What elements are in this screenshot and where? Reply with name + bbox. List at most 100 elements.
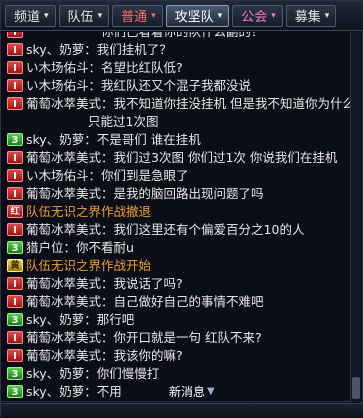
new-message-button[interactable]: 新消息 ▼ [167,384,217,400]
system-message-line: 黄队伍无识之界作战开始 [7,257,351,275]
message-body: 葡萄冰萃美式：自己做好自己的事情不难吧 [26,293,264,311]
sender-name[interactable]: 葡萄冰萃美式 [26,96,101,111]
chat-log: I 你们已看着你的队什么副的？ Isky、奶萝：我们挂机了？Iい木场佑斗：名望比… [1,32,351,402]
badge-icon: I [7,43,23,56]
name-separator: ： [84,42,97,57]
badge-icon: 3 [7,241,23,254]
chat-line: I 葡萄冰萃美式：我们过3次图 你们过1次 你说我们在挂机 [7,149,351,167]
message-body: sky、奶萝：不用 [26,383,122,401]
name-separator: ： [88,168,102,183]
sender-name[interactable]: sky、奶萝 [26,132,84,147]
tab-4[interactable]: 公会 ▾ [232,4,283,27]
message-text: 我不知道你挂没挂机 但是我不知道你为什么 [113,96,351,111]
tab-3[interactable]: 攻坚队 ▾ [165,4,230,27]
tab-5[interactable]: 募集 ▾ [285,4,337,27]
tab-2[interactable]: 普通 ▾ [112,4,163,27]
badge-icon: I [7,169,23,182]
chevron-down-icon: ▾ [151,10,156,21]
chevron-down-icon: ▾ [97,10,103,21]
tab-1[interactable]: 队伍 ▾ [58,4,110,27]
message-text: 我红队还又个混子我都没说 [101,78,252,93]
name-separator: ： [84,384,97,399]
chat-bottom-bar [1,403,363,418]
sender-name[interactable]: い木场佑斗 [26,78,89,93]
chat-scrollbar[interactable] [350,32,361,402]
sender-name[interactable]: 葡萄冰萃美式 [26,186,101,201]
badge-icon: 3 [7,385,23,398]
sender-name[interactable]: 葡萄冰萃美式 [26,348,101,363]
name-separator: ： [63,240,77,255]
chat-line: I 葡萄冰萃美式：自己做好自己的事情不难吧 [7,293,351,311]
message-body: sky、奶萝：我看看这个团 [26,401,172,402]
message-body: い木场佑斗：你们到是急眼了 [26,167,189,185]
tab-label: 公会 [241,10,268,25]
badge-icon: 红 [7,205,23,218]
message-body: 葡萄冰萃美式：我不知道你挂没挂机 但是我不知道你为什么 [26,95,351,113]
message-text: 我该你的嘛? [113,348,183,363]
chat-window: 频道▾队伍▾普通▾攻坚队▾公会▾募集▾ I 你们已看着你的队什么副的？ Isky… [0,0,363,418]
sender-name[interactable]: 葡萄冰萃美式 [26,150,101,165]
name-separator: ： [101,294,114,309]
name-separator: ： [101,186,114,201]
name-separator: ： [101,96,114,111]
name-separator: ： [88,60,102,75]
scrollbar-thumb[interactable] [352,377,360,399]
chat-line: Isky、奶萝：我们挂机了？ [7,41,351,59]
name-separator: ： [88,78,102,93]
tab-label: 募集 [294,10,321,25]
sender-name[interactable]: sky、奶萝 [26,312,84,327]
system-message-line: 红队伍无识之界作战撤退 [7,203,351,221]
channel-tab-bar: 频道 ▾ 队伍 ▾ 普通 ▾ 攻坚队 ▾ 公会 ▾ 募集 ▾ [1,1,363,31]
message-text: 不是哥们 谁在挂机 [96,132,201,147]
badge-icon: 3 [7,367,23,380]
message-text: 我们这里还有个偏爱百分之10的人 [113,222,305,237]
name-separator: ： [101,276,114,291]
badge-icon: I [7,295,23,308]
message-text: 自己做好自己的事情不难吧 [113,294,264,309]
message-body: sky、奶萝：我们挂机了？ [26,41,172,59]
message-body: 葡萄冰萃美式：我该你的嘛? [26,347,183,365]
badge-icon: I [7,223,23,236]
sender-name[interactable]: sky、奶萝 [26,366,84,381]
badge-icon: I [7,151,23,164]
message-text: 你们慢慢打 [96,366,160,381]
chat-line: I い木场佑斗：我红队还又个混子我都没说 [7,77,351,95]
tab-label: 队伍 [67,10,94,25]
tab-0[interactable]: 频道 ▾ [5,4,56,27]
sender-name[interactable]: 葡萄冰萃美式 [26,276,101,291]
sender-name[interactable]: 葡萄冰萃美式 [26,294,101,309]
sender-name[interactable]: い木场佑斗 [26,60,89,75]
sender-name[interactable]: 葡萄冰萃美式 [26,330,101,345]
message-body: い木场佑斗：我红队还又个混子我都没说 [26,77,251,95]
name-separator: ： [101,348,114,363]
chat-line-partial: I 你们已看着你的队什么副的？ [7,32,351,41]
sender-name[interactable]: sky、奶萝 [26,42,84,57]
message-continuation: 只能过1次图 [88,114,159,129]
chat-line: 3sky、奶萝：我看看这个团 [1,401,351,402]
name-separator: ： [101,330,114,345]
sender-name[interactable]: 葡萄冰萃美式 [26,222,101,237]
chat-line: I い木场佑斗：名望比红队低? [7,59,351,77]
chat-line: 3 sky、奶萝：不是哥们 谁在挂机 [7,131,351,149]
chat-line: 3 sky、奶萝：你们慢慢打 [7,365,351,383]
message-body: sky、奶萝：那行吧 [26,311,134,329]
sender-name[interactable]: い木场佑斗 [26,168,89,183]
badge-icon: I [7,331,23,344]
chat-line: I 葡萄冰萃美式：我说话了吗? [7,275,351,293]
chevron-down-icon: ▾ [217,10,223,21]
message-body: 队伍无识之界作战撤退 [26,203,151,221]
message-body: 葡萄冰萃美式：我说话了吗? [26,275,183,293]
badge-icon: 3 [7,313,23,326]
chevron-down-icon: ▾ [324,10,330,21]
sender-name[interactable]: sky、奶萝 [26,384,84,399]
badge-icon: I [7,349,23,362]
name-separator: ： [101,150,114,165]
message-text: 是我的脑回路出现问题了吗 [113,186,264,201]
message-body: 猎户位：你不看耐u [26,239,134,257]
message-body: い木场佑斗：名望比红队低? [26,59,183,77]
message-text: 队伍无识之界作战撤退 [26,204,152,219]
sender-name[interactable]: 猎户位 [26,240,64,255]
chevron-down-icon: ▾ [44,10,49,21]
name-separator: ： [84,312,97,327]
message-body: 队伍无识之界作战开始 [26,257,151,275]
